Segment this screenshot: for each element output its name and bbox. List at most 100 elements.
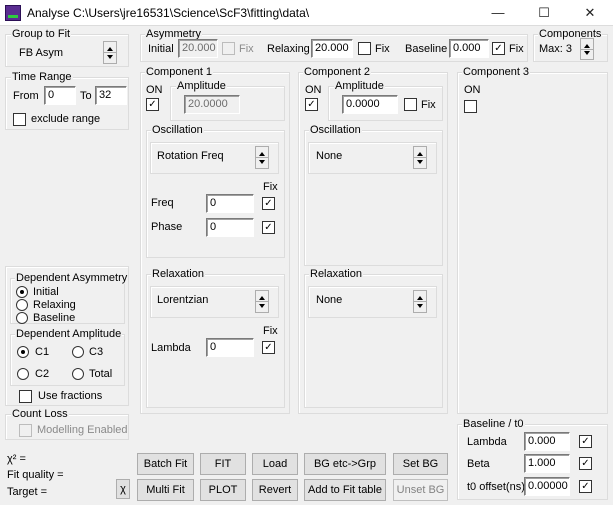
components-spinner[interactable]: [580, 38, 594, 60]
fit-quality-label: Fit quality =: [7, 469, 64, 481]
component2-amplitude-input[interactable]: 0.0000: [342, 95, 398, 114]
component1-oscillation-legend: Oscillation: [151, 124, 204, 136]
dep-amp-c1-radio[interactable]: [17, 346, 29, 358]
chi-target-button[interactable]: χ: [116, 479, 130, 499]
app-icon: [5, 5, 21, 21]
relaxing-fix-label: Fix: [375, 43, 390, 55]
component3-box: [457, 72, 608, 414]
group-to-fit-spinner[interactable]: [103, 41, 117, 64]
fit-button[interactable]: FIT: [200, 453, 246, 475]
component1-on-label: ON: [146, 84, 163, 96]
component1-oscillation-spinner[interactable]: [255, 146, 269, 169]
component2-legend: Component 2: [303, 66, 372, 78]
relaxing-label: Relaxing: [267, 43, 310, 55]
modelling-enabled-checkbox[interactable]: [19, 424, 32, 437]
from-input[interactable]: 0: [44, 86, 76, 105]
dep-asym-baseline-radio[interactable]: [16, 312, 28, 324]
component1-fix-header: Fix: [263, 181, 278, 193]
dep-asym-relaxing-radio[interactable]: [16, 299, 28, 311]
maximize-button[interactable]: ☐: [521, 0, 567, 26]
multi-fit-button[interactable]: Multi Fit: [137, 479, 194, 501]
to-input[interactable]: 32: [95, 86, 127, 105]
plot-button[interactable]: PLOT: [200, 479, 246, 501]
component1-on-checkbox[interactable]: [146, 98, 159, 111]
phase-fix-checkbox[interactable]: [262, 221, 275, 234]
title-bar: Analyse C:\Users\jre16531\Science\ScF3\f…: [0, 0, 613, 26]
unset-bg-button[interactable]: Unset BG: [393, 479, 448, 501]
component1-amplitude-legend: Amplitude: [176, 80, 227, 92]
bt-t0-label: t0 offset(ns): [467, 481, 525, 493]
initial-input[interactable]: 20.000: [178, 39, 218, 58]
component2-relaxation-value[interactable]: None: [316, 294, 342, 307]
component2-oscillation-spinner[interactable]: [413, 146, 427, 169]
component2-amplitude-fix-checkbox[interactable]: [404, 98, 417, 111]
close-button[interactable]: ✕: [567, 0, 613, 26]
freq-input[interactable]: 0: [206, 194, 254, 213]
revert-button[interactable]: Revert: [252, 479, 298, 501]
batch-fit-button[interactable]: Batch Fit: [137, 453, 194, 475]
bt-beta-input[interactable]: 1.000: [524, 454, 570, 473]
baseline-fix-checkbox[interactable]: [492, 42, 505, 55]
initial-fix-checkbox[interactable]: [222, 42, 235, 55]
dep-asym-relaxing-label: Relaxing: [33, 299, 76, 311]
dep-amp-c2-radio[interactable]: [17, 368, 29, 380]
component2-on-checkbox[interactable]: [305, 98, 318, 111]
phase-label: Phase: [151, 221, 183, 233]
component1-relaxation-value[interactable]: Lorentzian: [157, 294, 208, 307]
component3-legend: Component 3: [462, 66, 531, 78]
bt-t0-fix-checkbox[interactable]: [579, 480, 592, 493]
group-to-fit-legend: Group to Fit: [11, 28, 72, 40]
relaxing-fix-checkbox[interactable]: [358, 42, 371, 55]
lambda-fix-checkbox[interactable]: [262, 341, 275, 354]
bt-lambda-fix-checkbox[interactable]: [579, 435, 592, 448]
component1-relaxation-spinner[interactable]: [255, 290, 269, 313]
group-to-fit-value[interactable]: FB Asym: [19, 47, 63, 60]
dep-amp-c1-label: C1: [35, 346, 50, 358]
use-fractions-checkbox[interactable]: [19, 390, 32, 403]
use-fractions-label: Use fractions: [38, 390, 103, 402]
add-to-fit-table-button[interactable]: Add to Fit table: [304, 479, 386, 501]
dependent-amplitude-legend: Dependent Amplitude: [15, 328, 123, 340]
baseline-fix-label: Fix: [509, 43, 524, 55]
lambda-label: Lambda: [151, 342, 191, 354]
component2-relaxation-legend: Relaxation: [309, 268, 363, 280]
bt-beta-fix-checkbox[interactable]: [579, 457, 592, 470]
baseline-input[interactable]: 0.000: [449, 39, 489, 58]
component2-relaxation-spinner[interactable]: [413, 290, 427, 313]
baseline-label: Baseline: [405, 43, 448, 55]
freq-label: Freq: [151, 197, 174, 209]
bt-lambda-input[interactable]: 0.000: [524, 432, 570, 451]
dep-asym-initial-radio[interactable]: [16, 286, 28, 298]
component1-oscillation-value[interactable]: Rotation Freq: [157, 150, 224, 163]
bt-t0-input[interactable]: 0.00000: [524, 477, 570, 496]
target-label: Target =: [7, 486, 48, 498]
chi2-label: χ² =: [7, 453, 26, 465]
component2-oscillation-value[interactable]: None: [316, 150, 342, 163]
component2-on-label: ON: [305, 84, 322, 96]
dep-amp-c2-label: C2: [35, 368, 50, 380]
bg-etc-grp-button[interactable]: BG etc->Grp: [304, 453, 386, 475]
load-button[interactable]: Load: [252, 453, 298, 475]
dep-amp-c3-label: C3: [89, 346, 104, 358]
relaxing-input[interactable]: 20.000: [311, 39, 353, 58]
component3-on-label: ON: [464, 84, 481, 96]
component2-amplitude-legend: Amplitude: [334, 80, 385, 92]
freq-fix-checkbox[interactable]: [262, 197, 275, 210]
dep-asym-initial-label: Initial: [33, 286, 59, 298]
component1-amplitude-input[interactable]: 20.0000: [184, 95, 240, 114]
minimize-button[interactable]: —: [475, 0, 521, 26]
from-label: From: [13, 90, 39, 102]
initial-label: Initial: [148, 43, 174, 55]
window-title: Analyse C:\Users\jre16531\Science\ScF3\f…: [27, 6, 310, 20]
bt-lambda-label: Lambda: [467, 436, 507, 448]
dep-amp-c3-radio[interactable]: [72, 346, 84, 358]
lambda-input[interactable]: 0: [206, 338, 254, 357]
exclude-range-checkbox[interactable]: [13, 113, 26, 126]
component3-on-checkbox[interactable]: [464, 100, 477, 113]
modelling-enabled-label: Modelling Enabled: [37, 424, 128, 436]
dependent-asymmetry-legend: Dependent Asymmetry: [15, 272, 129, 284]
component1-legend: Component 1: [145, 66, 214, 78]
set-bg-button[interactable]: Set BG: [393, 453, 448, 475]
phase-input[interactable]: 0: [206, 218, 254, 237]
dep-amp-total-radio[interactable]: [72, 368, 84, 380]
